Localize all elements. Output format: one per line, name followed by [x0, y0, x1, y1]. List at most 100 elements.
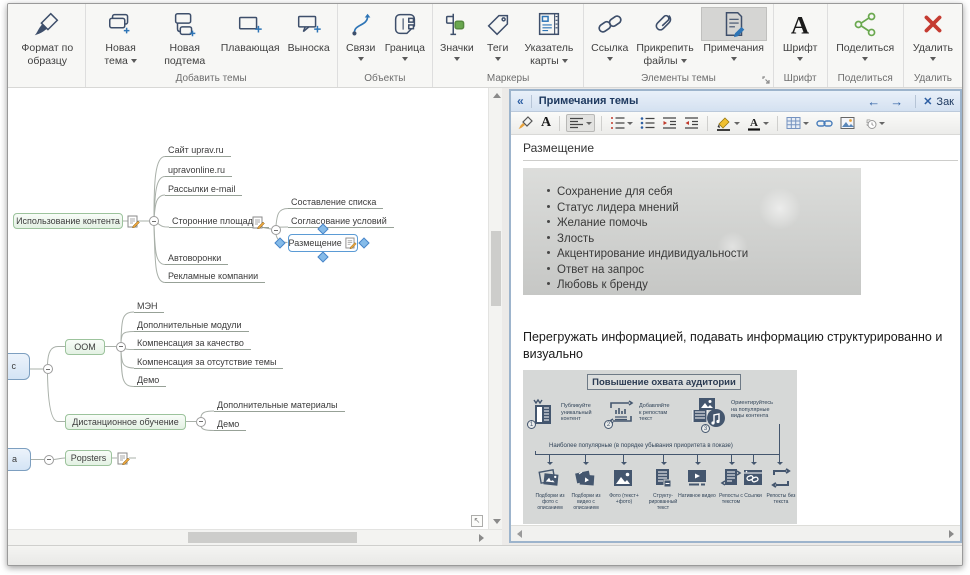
- structured-text-icon: [652, 467, 674, 489]
- topic-upravonline[interactable]: upravonline.ru: [165, 165, 232, 177]
- insert-table-button[interactable]: [784, 115, 811, 131]
- icons-button[interactable]: Значки: [437, 6, 477, 63]
- ribbon-group-label: Элементы темы: [588, 72, 769, 87]
- fit-map-button[interactable]: ↖: [471, 515, 483, 527]
- share-button[interactable]: Поделиться: [833, 6, 897, 63]
- topic-cut-left-2[interactable]: а: [8, 448, 31, 471]
- map-viewport[interactable]: Использование контента Сайт uprav.ru upr…: [8, 88, 502, 529]
- status-bar: [8, 545, 962, 565]
- dropdown-caret-icon: [879, 122, 885, 125]
- topic-email[interactable]: Рассылки e-mail: [165, 184, 242, 196]
- topic-demo-1[interactable]: Демо: [134, 375, 166, 387]
- vertical-scroll-thumb[interactable]: [491, 231, 501, 306]
- outdent-button[interactable]: [660, 115, 679, 131]
- app-window: Формат по образцу Новая тема Новая подте…: [7, 3, 963, 566]
- collapse-minus-button[interactable]: [196, 417, 206, 427]
- scroll-right-arrow-icon[interactable]: [949, 530, 954, 538]
- ribbon-group-label: Объекты: [342, 72, 428, 87]
- note-title[interactable]: Размещение: [523, 141, 960, 160]
- topic-demo-2[interactable]: Демо: [214, 419, 246, 431]
- new-topic-button[interactable]: Новая тема: [90, 6, 152, 69]
- new-subtopic-label: Новая подтема: [164, 42, 205, 67]
- topic-site[interactable]: Сайт uprav.ru: [165, 145, 231, 157]
- video-collection-icon: [574, 467, 596, 489]
- topic-ads[interactable]: Рекламные компании: [165, 271, 265, 283]
- topic-comp-absence[interactable]: Компенсация за отсутствие темы: [134, 357, 283, 369]
- topic-men[interactable]: МЭН: [134, 301, 164, 313]
- ribbon-group-share: Поделиться Поделиться: [827, 4, 903, 87]
- dropdown-caret-icon: [627, 122, 633, 125]
- map-canvas[interactable]: Использование контента Сайт uprav.ru upr…: [8, 88, 502, 545]
- step-number: 3: [701, 424, 710, 433]
- map-horizontal-scrollbar[interactable]: [8, 529, 502, 545]
- topic-list-building[interactable]: Составление списка: [288, 197, 383, 209]
- dropdown-caret-icon: [681, 59, 687, 63]
- collapse-minus-button[interactable]: [116, 342, 126, 352]
- table-icon: [786, 116, 801, 130]
- tags-button[interactable]: Теги: [479, 6, 517, 63]
- link-button[interactable]: Ссылка: [588, 6, 631, 63]
- topic-distance-learning[interactable]: Дистанционное обучение: [65, 414, 186, 430]
- map-vertical-scrollbar[interactable]: [488, 88, 502, 529]
- font-button[interactable]: A Шрифт: [780, 6, 821, 63]
- topic-funnels[interactable]: Автоворонки: [165, 253, 228, 265]
- insert-datetime-button[interactable]: 5: [860, 115, 887, 131]
- floating-topic-button[interactable]: Плавающая: [218, 6, 283, 57]
- note-icon[interactable]: [345, 237, 357, 249]
- notes-forward-button[interactable]: →: [890, 94, 903, 109]
- collapse-panel-button[interactable]: «: [517, 94, 524, 108]
- note-icon[interactable]: [252, 216, 265, 229]
- note-icon[interactable]: [127, 215, 140, 228]
- collapse-minus-button[interactable]: [43, 364, 53, 374]
- dialog-launcher-icon[interactable]: [762, 76, 771, 85]
- topic-comp-quality[interactable]: Компенсация за качество: [134, 338, 251, 350]
- notes-horizontal-scrollbar[interactable]: [511, 525, 960, 541]
- repost-no-text-icon: [770, 467, 792, 489]
- numbered-list-button[interactable]: [608, 115, 635, 131]
- topic-materials[interactable]: Дополнительные материалы: [214, 400, 345, 412]
- new-subtopic-button[interactable]: Новая подтема: [154, 6, 216, 69]
- map-index-button[interactable]: Указатель карты: [519, 6, 579, 69]
- collapse-minus-button[interactable]: [44, 455, 54, 465]
- collapse-minus-button[interactable]: [149, 216, 159, 226]
- insert-link-button[interactable]: [814, 116, 835, 131]
- bullet-list-button[interactable]: [638, 115, 657, 131]
- note-icon[interactable]: [117, 452, 130, 465]
- insert-image-button[interactable]: [838, 115, 857, 131]
- topic-cut-left-1[interactable]: с: [8, 353, 30, 380]
- callout-button[interactable]: Выноска: [285, 6, 333, 57]
- new-topic-label: Новая тема: [104, 42, 136, 67]
- relationships-button[interactable]: Связи: [342, 6, 380, 63]
- topic-popsters[interactable]: Popsters: [65, 450, 112, 466]
- topic-modules[interactable]: Дополнительные модули: [134, 320, 249, 332]
- ribbon-group-delete: Удалить Удалить: [903, 4, 962, 87]
- notes-button[interactable]: Примечания: [699, 6, 769, 63]
- relationships-label: Связи: [346, 42, 375, 54]
- topic-usage[interactable]: Использование контента: [13, 213, 123, 229]
- floating-topic-icon: [234, 8, 266, 40]
- attach-files-button[interactable]: Прикрепить файлы: [633, 6, 696, 69]
- scroll-right-arrow-icon[interactable]: [479, 534, 484, 542]
- notes-back-button[interactable]: ←: [867, 94, 880, 109]
- boundary-button[interactable]: Граница: [382, 6, 428, 63]
- align-button[interactable]: [566, 114, 595, 132]
- format-painter-button[interactable]: Формат по образцу: [14, 6, 81, 69]
- scroll-left-arrow-icon[interactable]: [517, 530, 522, 538]
- scroll-up-arrow-icon[interactable]: [493, 93, 501, 98]
- step-label: Публикуйте уникальный контент: [561, 403, 595, 423]
- close-panel-button[interactable]: ✕Зак: [923, 95, 954, 108]
- font-color-button[interactable]: A: [745, 115, 771, 132]
- topic-oom[interactable]: ООМ: [65, 339, 105, 355]
- delete-button[interactable]: Удалить: [910, 6, 956, 63]
- notes-editor-toolbar: A: [511, 112, 960, 135]
- horizontal-scroll-thumb[interactable]: [188, 532, 357, 543]
- scroll-down-arrow-icon[interactable]: [493, 519, 501, 524]
- indent-button[interactable]: [682, 115, 701, 131]
- topic-terms[interactable]: Согласование условий: [288, 216, 394, 228]
- highlight-button[interactable]: [714, 115, 742, 132]
- collapse-minus-button[interactable]: [271, 225, 281, 235]
- note-editor-body[interactable]: Размещение Сохранение для себя Статус ли…: [511, 135, 960, 525]
- format-painter-small-button[interactable]: [516, 114, 536, 132]
- font-dialog-button[interactable]: A: [539, 115, 553, 131]
- topic-placement-selected[interactable]: Размещение: [288, 234, 358, 252]
